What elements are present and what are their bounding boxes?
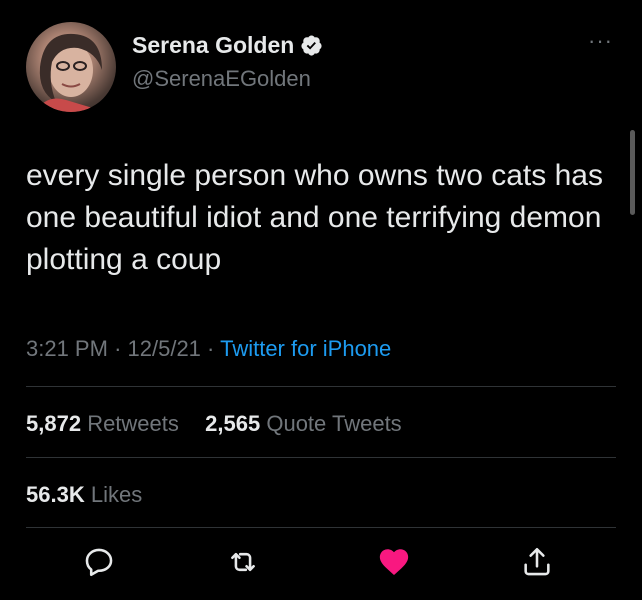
retweets-stat[interactable]: 5,872 Retweets <box>26 411 185 436</box>
retweets-label: Retweets <box>87 411 179 436</box>
likes-count: 56.3K <box>26 482 85 507</box>
heart-icon[interactable] <box>377 545 411 579</box>
more-options-icon[interactable]: ··· <box>588 30 613 52</box>
likes-label: Likes <box>90 482 143 507</box>
likes-stat[interactable]: 56.3K Likes <box>26 482 142 508</box>
tweet-detail: Serena Golden @SerenaEGolden ··· every s… <box>0 0 642 600</box>
avatar[interactable] <box>26 22 116 112</box>
tweet-time[interactable]: 3:21 PM <box>26 336 108 361</box>
author-display-name[interactable]: Serena Golden <box>132 32 294 59</box>
quotes-stat[interactable]: 2,565 Quote Tweets <box>205 411 402 436</box>
divider <box>26 386 616 387</box>
retweet-icon[interactable] <box>226 545 260 579</box>
engagement-stats-row: 5,872 Retweets 2,565 Quote Tweets <box>26 411 402 437</box>
quotes-count: 2,565 <box>205 411 261 436</box>
verified-badge-icon <box>300 34 323 57</box>
author-name-row[interactable]: Serena Golden <box>132 30 323 60</box>
meta-separator: · <box>207 336 215 361</box>
tweet-source-link[interactable]: Twitter for iPhone <box>220 336 391 361</box>
divider <box>26 457 616 458</box>
quotes-label: Quote Tweets <box>266 411 402 436</box>
reply-icon[interactable] <box>82 545 116 579</box>
retweets-count: 5,872 <box>26 411 82 436</box>
share-icon[interactable] <box>520 545 554 579</box>
tweet-date[interactable]: 12/5/21 <box>128 336 201 361</box>
author-handle[interactable]: @SerenaEGolden <box>132 66 311 92</box>
action-bar <box>0 545 642 585</box>
tweet-text: every single person who owns two cats ha… <box>26 159 603 276</box>
scrollbar[interactable] <box>630 130 635 215</box>
meta-separator: · <box>114 336 122 361</box>
divider <box>26 527 616 528</box>
tweet-metadata: 3:21 PM · 12/5/21 · Twitter for iPhone <box>26 336 391 362</box>
